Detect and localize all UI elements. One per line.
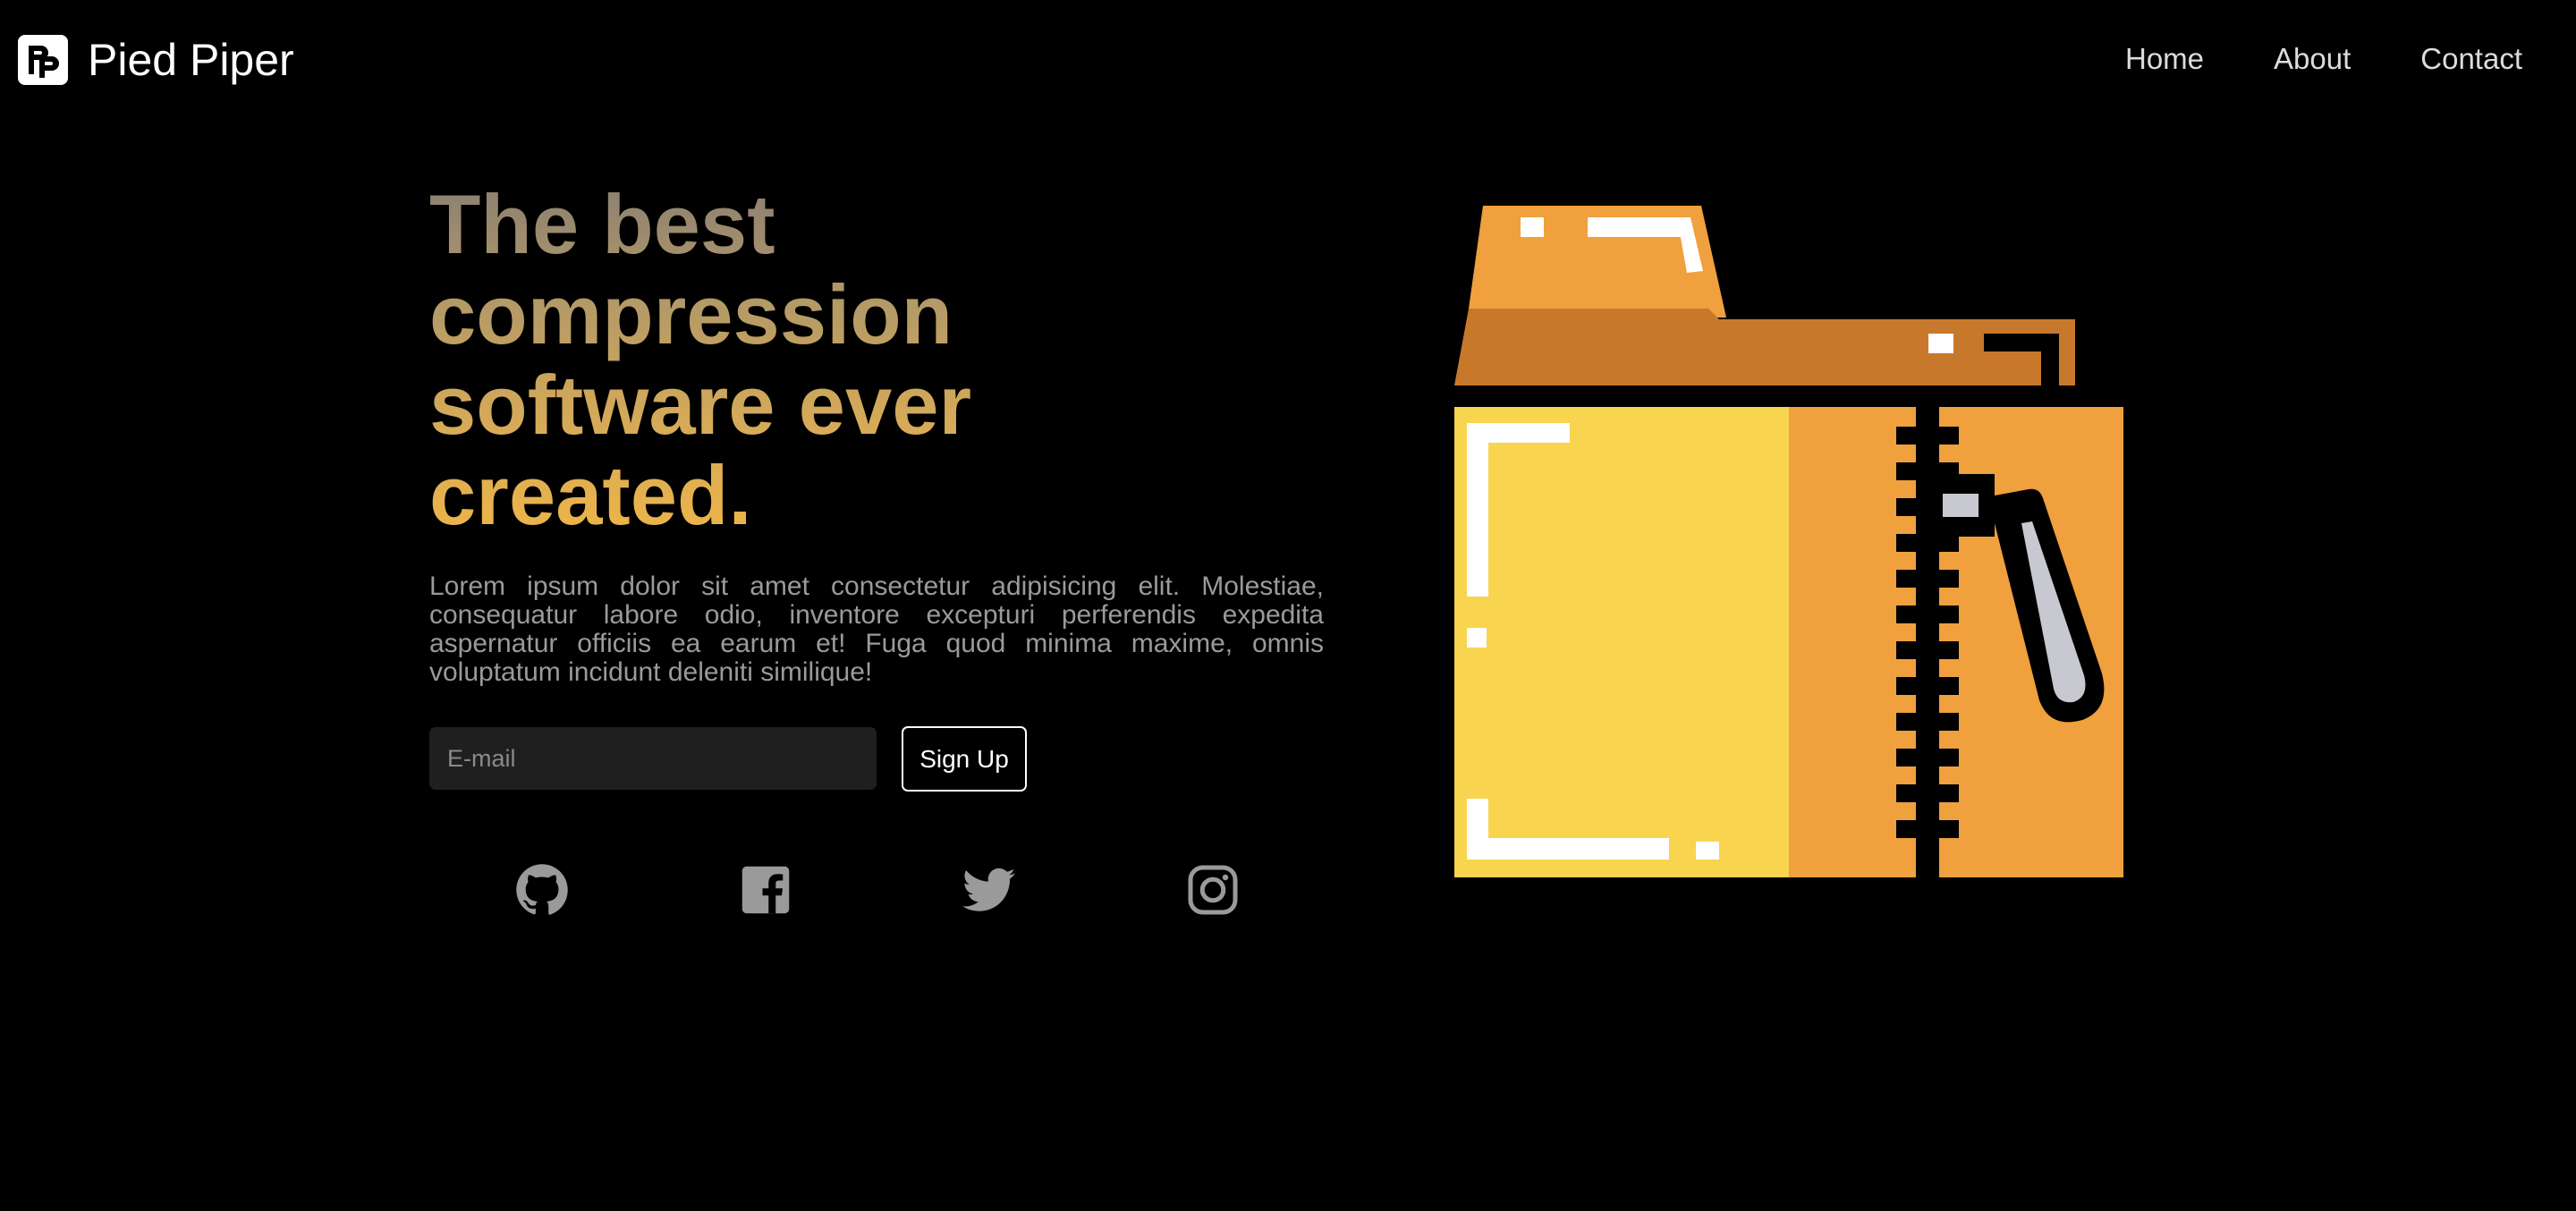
twitter-link[interactable]: [962, 863, 1016, 917]
instagram-icon: [1188, 865, 1238, 915]
sign-up-button[interactable]: Sign Up: [902, 726, 1027, 792]
github-icon: [516, 864, 568, 915]
email-input[interactable]: [429, 727, 877, 790]
nav-link-home[interactable]: Home: [2125, 39, 2204, 79]
facebook-icon: [741, 866, 790, 914]
nav-links: Home About Contact: [2125, 39, 2522, 79]
hero-description: Lorem ipsum dolor sit amet consectetur a…: [429, 572, 1324, 687]
instagram-link[interactable]: [1186, 863, 1240, 917]
nav-link-contact[interactable]: Contact: [2420, 39, 2522, 79]
github-link[interactable]: [515, 863, 569, 917]
top-navbar: Pied Piper Home About Contact: [0, 0, 2576, 120]
nav-link-about[interactable]: About: [2274, 39, 2351, 79]
brand-name: Pied Piper: [88, 35, 294, 85]
pied-piper-logo-icon: [18, 35, 68, 85]
facebook-link[interactable]: [739, 863, 792, 917]
twitter-icon: [962, 868, 1015, 911]
hero-title: The best compression software ever creat…: [429, 179, 1055, 540]
zipped-folder-icon: [1454, 206, 2123, 877]
brand[interactable]: Pied Piper: [18, 34, 294, 86]
